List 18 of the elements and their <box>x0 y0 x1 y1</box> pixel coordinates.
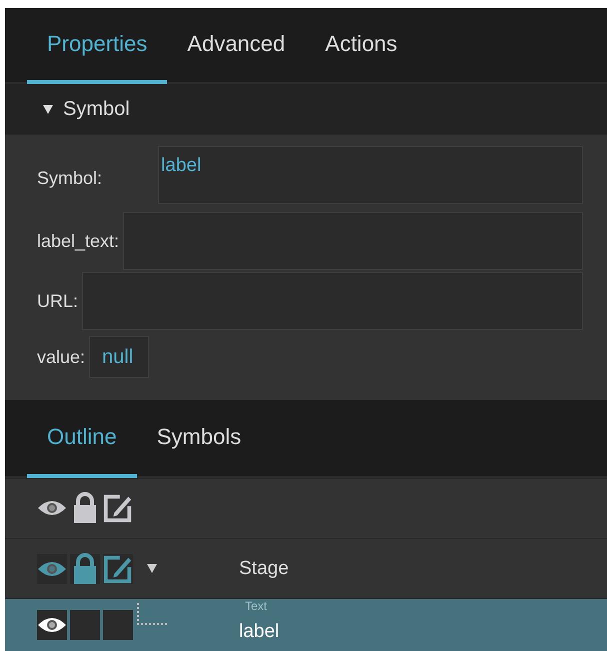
lock-icon[interactable] <box>73 552 97 585</box>
input-field[interactable]: label <box>158 146 583 204</box>
input-field[interactable]: null <box>89 336 150 378</box>
field-label: URL: <box>37 290 78 312</box>
lock-icon[interactable] <box>73 492 97 524</box>
outline-item[interactable]: label <box>239 621 280 644</box>
outline-item[interactable]: Stage <box>239 558 289 580</box>
section-header[interactable]: Symbol <box>5 84 607 134</box>
field-label: label_text: <box>37 230 120 252</box>
tree-connector-line <box>137 603 167 626</box>
field-label: Symbol: <box>37 168 102 189</box>
expand-triangle-icon[interactable] <box>147 564 157 574</box>
tab[interactable]: Advanced <box>167 8 306 84</box>
tab[interactable]: Actions <box>305 8 418 84</box>
field-label: value: <box>37 346 86 368</box>
node-type: Text <box>245 600 268 614</box>
tab[interactable]: Symbols <box>136 400 262 478</box>
edit-icon[interactable] <box>103 492 133 524</box>
